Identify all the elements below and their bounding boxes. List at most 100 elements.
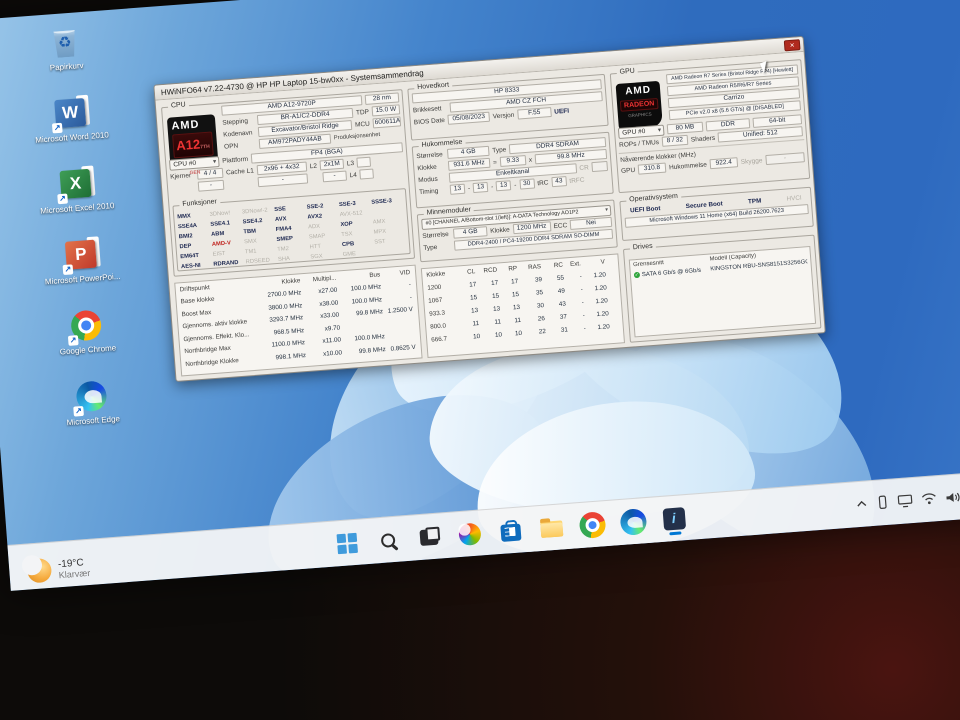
table-cell: 3293.7 MHz [258, 314, 306, 325]
cpu-feature-flag: TBM [243, 227, 275, 235]
cpu-feature-flag [375, 247, 407, 255]
task-view-button[interactable] [410, 519, 446, 555]
memory-ratio-field: 9.33 [500, 155, 527, 167]
table-cell: 1100.0 MHz [260, 339, 308, 350]
cpu-feature-flag: AVX-512 [340, 210, 372, 218]
table-cell: 1.20 [588, 310, 612, 319]
cpu-feature-flag: SHA [278, 255, 310, 263]
table-cell: 99.8 MHz [342, 308, 386, 318]
cpu-feature-flag: DEP [179, 242, 211, 250]
l3-field [357, 157, 372, 168]
table-cell: 10 [505, 330, 525, 338]
tdp-label: TDP [356, 108, 369, 116]
table-cell: 35 [522, 289, 546, 298]
gpu-memclock-field: 922.4 [709, 157, 738, 169]
timing-field: 13 [496, 180, 512, 191]
copilot-button[interactable] [451, 516, 487, 552]
desktop-icon-label: Microsoft PowerPoi... [45, 272, 121, 287]
table-cell: Klokke [424, 269, 458, 279]
edge-taskbar-button[interactable] [615, 503, 651, 539]
desktop-icon-word[interactable]: W↗ Microsoft Word 2010 [26, 93, 117, 170]
cache-l1-label: Cache L1 [226, 167, 254, 176]
table-cell: 1.20 [587, 297, 611, 306]
desktop-icon-recycle-bin[interactable]: Papirkurv [21, 22, 112, 99]
drive-ok-icon: ✓ [634, 272, 640, 278]
table-cell: 11 [462, 320, 482, 328]
amd-radeon-badge-icon: AMD RADEON GRAPHICS [616, 81, 663, 130]
chevron-up-icon[interactable] [855, 497, 868, 510]
cpu-feature-flag: SSE4.2 [243, 217, 275, 225]
l2-label: L2 [309, 162, 317, 170]
table-cell: 998.1 MHz [261, 352, 309, 363]
cpu-feature-flag: SSSE-3 [371, 197, 403, 205]
table-cell: RC [544, 261, 566, 270]
desktop-icon-column: Papirkurv W↗ Microsoft Word 2010 X↗ Micr… [21, 22, 139, 453]
desktop-icon-excel[interactable]: X↗ Microsoft Excel 2010 [31, 164, 122, 241]
table-cell: Northbridge Klokke [183, 355, 261, 368]
table-cell: Klokke [255, 277, 303, 288]
table-cell: - [570, 312, 588, 320]
drives-group-label: Drives [630, 243, 656, 252]
cores-field: 4 / 4 [197, 168, 224, 180]
running-indicator [669, 531, 681, 535]
cpu-feature-flag: AVX2 [307, 212, 339, 220]
table-cell: - [571, 325, 589, 333]
cpu-feature-flag: SMEP [276, 235, 308, 243]
memory-clock-label: Klokke [417, 163, 445, 172]
hwinfo-window: HWiNFO64 v7.22-4730 @ HP HP Laptop 15-bw… [153, 36, 826, 382]
gpu-clock-label: GPU [621, 166, 636, 174]
memory-clock-field: 931.6 MHz [448, 158, 491, 171]
cpu-feature-flag: TM1 [245, 247, 277, 255]
search-button[interactable] [369, 522, 405, 558]
cpu-group-label: CPU [168, 101, 189, 110]
production-unit-label: Produksjonsenhet [334, 132, 381, 141]
phone-link-icon[interactable] [876, 495, 889, 510]
gpu-memclock-label: Hukommelse [669, 161, 707, 171]
desktop-icon-label: Google Chrome [60, 343, 117, 356]
desktop-icon-label: Papirkurv [50, 61, 84, 73]
close-button[interactable]: × [784, 39, 801, 51]
chrome-taskbar-button[interactable] [574, 506, 610, 542]
uefi-flag: UEFI [554, 107, 569, 115]
start-button[interactable] [328, 525, 364, 561]
gpu-badge-brand: AMD [619, 84, 658, 98]
table-cell: x10.00 [309, 349, 345, 359]
table-cell: x9.70 [307, 324, 343, 334]
table-cell: 43 [547, 300, 569, 309]
cpu-feature-flag: MPX [373, 227, 405, 235]
l2-field-2: - [322, 171, 347, 183]
hwinfo-taskbar-button[interactable] [656, 500, 692, 536]
file-explorer-button[interactable] [533, 509, 569, 545]
wifi-icon[interactable] [921, 492, 937, 505]
volume-icon[interactable] [945, 490, 960, 504]
trc-label: tRC [537, 179, 549, 187]
dash: - [491, 183, 494, 190]
bios-date-label: BIOS Date [414, 117, 446, 126]
store-button[interactable] [492, 513, 528, 549]
desktop-icon-edge[interactable]: ↗ Microsoft Edge [47, 376, 138, 453]
table-cell: 39 [521, 276, 545, 285]
memory-timing-table: KlokkeCLRCDRPRASRCExt.V12001717173955-1.… [421, 253, 625, 358]
table-cell: 11 [504, 317, 524, 325]
table-cell: - [384, 281, 414, 290]
table-cell: 17 [479, 279, 501, 288]
trc-field: 43 [551, 176, 567, 187]
gpu-mem-type-field: DDR [706, 118, 751, 131]
display-icon[interactable] [897, 494, 913, 508]
gpu-group-label: GPU [616, 67, 638, 76]
table-cell: 100.0 MHz [344, 333, 388, 343]
shortcut-arrow-icon: ↗ [73, 406, 84, 417]
table-cell: 1.2500 V [386, 306, 416, 315]
l2-field: 2x1M [320, 159, 345, 171]
gpu-mem-size-field: 80 MB [667, 122, 704, 135]
cpu-feature-flag: AVX [275, 215, 307, 223]
gpu-clock-field: 310.8 [638, 163, 667, 175]
bios-date-field: 05/08/2023 [447, 112, 490, 125]
memory-size-field: 4 GB [447, 146, 490, 159]
table-cell: CL [458, 268, 478, 276]
platform-label: Plattform [222, 155, 248, 164]
desktop-icon-powerpoint[interactable]: P↗ Microsoft PowerPoi... [37, 235, 128, 312]
table-cell [343, 324, 387, 327]
desktop-icon-chrome[interactable]: ↗ Google Chrome [42, 305, 133, 382]
table-cell: 22 [525, 328, 549, 337]
